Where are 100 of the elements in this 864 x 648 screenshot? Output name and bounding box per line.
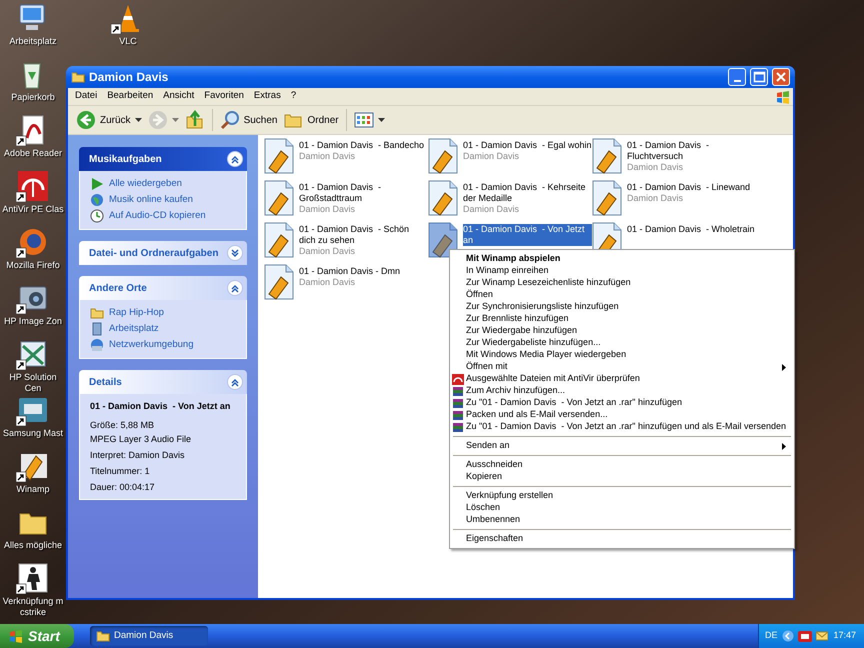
file-name[interactable]: 01 - Damion Davis - Linewand <box>627 182 750 193</box>
menu-item[interactable]: Ausschneiden <box>452 459 792 471</box>
desktop-icon-label[interactable]: Adobe Reader <box>0 148 66 159</box>
menu-item[interactable]: Zum Archiv hinzufügen... <box>452 385 792 397</box>
file-name[interactable]: 01 - Damion Davis - Fluchtversuch <box>627 140 756 162</box>
menu-item[interactable]: Zur Wiedergabe hinzufügen <box>452 325 792 337</box>
menu-item[interactable]: Eigenschaften <box>452 533 792 545</box>
taskbar-button[interactable]: Damion Davis <box>90 626 208 646</box>
panel-header[interactable]: Andere Orte <box>79 276 247 300</box>
file-name[interactable]: 01 - Damion Davis - Großstadttraum <box>299 182 428 204</box>
task-link[interactable]: Alle wiedergeben <box>90 177 236 191</box>
menu-item[interactable]: Zu "01 - Damion Davis - Von Jetzt an .rar" hinzufügen <box>452 397 792 409</box>
file-name[interactable]: 01 - Damion Davis - Dmn <box>299 266 400 277</box>
menu-item[interactable]: Bearbeiten <box>102 89 158 104</box>
menu-item[interactable]: Ansicht <box>158 89 200 104</box>
submenu-arrow-icon <box>782 442 786 450</box>
winamp-file-icon[interactable] <box>264 264 294 300</box>
minimize-button[interactable] <box>728 68 746 86</box>
file-name[interactable]: 01 - Damion Davis - Egal wohin <box>463 140 592 151</box>
menu-item[interactable]: Extras <box>248 89 286 104</box>
menu-item[interactable]: ? <box>286 89 302 104</box>
start-button[interactable]: Start <box>0 624 74 648</box>
folder-icon <box>90 306 104 320</box>
mail-icon[interactable] <box>816 631 828 641</box>
tray-app-icon[interactable] <box>798 630 812 642</box>
window-title: Damion Davis <box>89 69 170 86</box>
winamp-file-icon[interactable] <box>428 180 458 216</box>
desktop-icon-label[interactable]: HP Solution Cen <box>0 372 66 394</box>
close-button[interactable] <box>772 68 790 86</box>
panel-header[interactable]: Datei- und Ordneraufgaben <box>79 241 247 265</box>
menu-item[interactable]: Packen und als E-Mail versenden... <box>452 409 792 421</box>
menu-item[interactable]: Umbenennen <box>452 514 792 526</box>
task-link[interactable]: Netzwerkumgebung <box>90 338 236 352</box>
winamp-file-icon[interactable] <box>592 138 622 174</box>
task-link[interactable]: Auf Audio-CD kopieren <box>90 209 236 223</box>
winamp-file-icon[interactable] <box>592 180 622 216</box>
submenu-arrow-icon <box>782 364 786 370</box>
file-name[interactable]: 01 - Damion Davis - Bandecho <box>299 140 424 151</box>
artist-text: Damion Davis <box>299 277 356 288</box>
file-name[interactable]: 01 - Damion Davis - Kehrseite der Medaille <box>463 182 592 204</box>
desktop-icon-label[interactable]: Mozilla Firefo <box>0 260 66 271</box>
task-link[interactable]: Musik online kaufen <box>90 193 236 207</box>
maximize-button[interactable] <box>750 68 768 86</box>
winamp-file-icon[interactable] <box>428 222 458 258</box>
panel-header[interactable]: Details <box>79 370 247 394</box>
back-button[interactable]: Zurück <box>74 108 144 132</box>
winamp-file-icon[interactable] <box>428 138 458 174</box>
caret-icon <box>378 118 385 122</box>
chevron-left-icon[interactable] <box>782 630 794 642</box>
menu-item[interactable]: Senden an <box>452 440 792 452</box>
menu-item[interactable]: Mit Winamp abspielen <box>452 253 792 265</box>
menu-item[interactable]: Zur Winamp Lesezeichenliste hinzufügen <box>452 277 792 289</box>
folder-up-icon <box>184 110 205 130</box>
panel-header[interactable]: Musikaufgaben <box>79 147 247 171</box>
desktop-icon-label[interactable]: Arbeitsplatz <box>0 36 66 47</box>
menu-item[interactable]: Zu "01 - Damion Davis - Von Jetzt an .rar" hinzufügen und als E-Mail versenden <box>452 421 792 433</box>
folder-icon <box>96 630 110 642</box>
desktop-icon-label[interactable]: Verknüpfung m cstrike <box>0 596 66 618</box>
winamp-file-icon[interactable] <box>264 180 294 216</box>
desktop-icon-label[interactable]: Papierkorb <box>0 92 66 103</box>
desktop-icon-label[interactable]: HP Image Zon <box>0 316 66 327</box>
search-button[interactable]: Suchen <box>218 108 280 132</box>
task-link[interactable]: Rap Hip-Hop <box>90 306 236 320</box>
detail-text: Dauer: 00:04:17 <box>90 480 156 492</box>
desktop-icon-label[interactable]: Samsung Mast <box>0 428 66 439</box>
books-stack-icon <box>452 386 464 396</box>
collapse-icon <box>227 280 243 296</box>
file-name[interactable]: 01 - Damion Davis - Schön dich zu sehen <box>299 224 428 246</box>
file-name[interactable]: 01 - Damion Davis - Wholetrain <box>627 224 755 235</box>
menu-item[interactable]: Zur Brennliste hinzufügen <box>452 313 792 325</box>
desktop-icon-label[interactable]: VLC <box>95 36 161 47</box>
folders-button[interactable]: Ordner <box>281 108 341 132</box>
soldier-icon[interactable] <box>16 562 50 594</box>
detail-text: Interpret: Damion Davis <box>90 448 186 460</box>
menu-item[interactable]: In Winamp einreihen <box>452 265 792 277</box>
menu-item[interactable]: Datei <box>70 89 102 104</box>
desktop-icon-label[interactable]: Winamp <box>0 484 66 495</box>
menu-item[interactable]: Kopieren <box>452 471 792 483</box>
artist-text: Damion Davis <box>299 204 356 215</box>
winamp-file-icon[interactable] <box>264 138 294 174</box>
desktop-icon-label[interactable]: AntiVir PE Clas <box>0 204 66 215</box>
task-link[interactable]: Arbeitsplatz <box>90 322 236 336</box>
menu-item[interactable]: Öffnen mit <box>452 361 792 373</box>
detail-text: MPEG Layer 3 Audio File <box>90 432 192 444</box>
menu-item[interactable]: Mit Windows Media Player wiedergeben <box>452 349 792 361</box>
menu-item[interactable]: Zur Wiedergabeliste hinzufügen... <box>452 337 792 349</box>
menu-item[interactable]: Löschen <box>452 502 792 514</box>
language-indicator[interactable]: DE <box>765 629 778 643</box>
menu-item[interactable]: Favoriten <box>199 89 249 104</box>
file-name[interactable]: 01 - Damion Davis - Von Jetzt an <box>463 224 592 246</box>
umbrella-icon[interactable] <box>16 170 50 202</box>
menu-item[interactable]: Zur Synchronisierungsliste hinzufügen <box>452 301 792 313</box>
menu-item[interactable]: Verknüpfung erstellen <box>452 490 792 502</box>
menu-item[interactable]: Ausgewählte Dateien mit AntiVir überprüfen <box>452 373 792 385</box>
desktop-icon-label[interactable]: Alles mögliche <box>0 540 66 551</box>
winamp-file-icon[interactable] <box>264 222 294 258</box>
menu-item[interactable]: Öffnen <box>452 289 792 301</box>
globe-icon <box>90 193 104 207</box>
file-name: 01 - Damion Davis - Von Jetzt an <box>90 400 232 413</box>
minimize-icon <box>734 80 740 82</box>
